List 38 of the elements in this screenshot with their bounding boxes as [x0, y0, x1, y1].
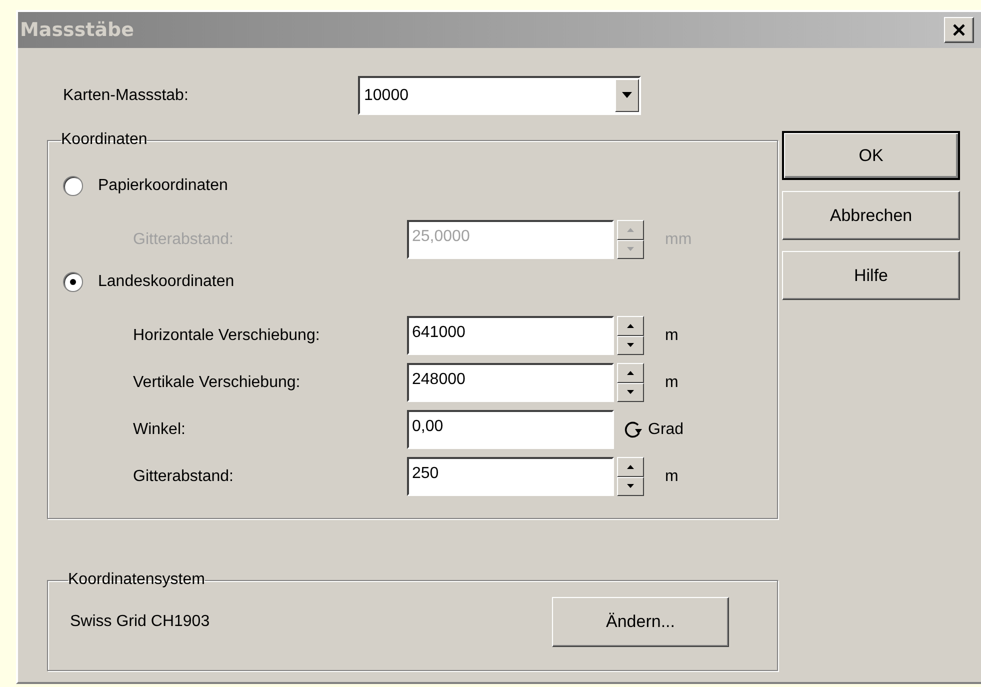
- down-arrow-icon[interactable]: [627, 484, 634, 488]
- spin-control[interactable]: [617, 316, 644, 355]
- spin-control[interactable]: [617, 363, 644, 402]
- input-field[interactable]: 248000: [407, 363, 614, 402]
- close-icon: [952, 24, 966, 36]
- field-label: Vertikale Verschiebung:: [133, 374, 302, 392]
- close-button[interactable]: [944, 17, 974, 43]
- dialog-button[interactable]: Hilfe: [782, 251, 960, 300]
- scale-dropdown[interactable]: 10000: [358, 76, 641, 115]
- unit-label: m: [665, 326, 678, 344]
- unit-label: m: [665, 468, 678, 486]
- radio-button[interactable]: [63, 176, 83, 196]
- up-arrow-icon[interactable]: [627, 464, 634, 469]
- radio-button[interactable]: [63, 272, 83, 292]
- up-arrow-icon[interactable]: [627, 370, 634, 375]
- input-field[interactable]: 641000: [407, 316, 614, 355]
- scale-label: Karten-Massstab:: [63, 86, 190, 104]
- input-field[interactable]: 0,00: [407, 410, 614, 449]
- group-legend: Koordinatensystem: [68, 571, 205, 589]
- field-label: Winkel:: [133, 420, 186, 438]
- unit-label: Grad: [648, 420, 684, 438]
- dialog-button[interactable]: OK: [782, 131, 960, 180]
- radio-label[interactable]: Landeskoordinaten: [98, 273, 234, 291]
- down-arrow-icon[interactable]: [627, 343, 634, 348]
- coordinate-system-name: Swiss Grid CH1903: [70, 613, 210, 631]
- dialog-button[interactable]: Abbrechen: [782, 191, 960, 240]
- spin-control[interactable]: [617, 457, 644, 496]
- group-legend: Koordinaten: [61, 131, 148, 149]
- input-field[interactable]: 250: [407, 457, 614, 496]
- field-label: Horizontale Verschiebung:: [133, 326, 321, 344]
- radio-label[interactable]: Papierkoordinaten: [98, 177, 228, 195]
- rotate-icon: [624, 420, 644, 440]
- up-arrow-icon[interactable]: [627, 324, 634, 328]
- down-arrow-icon[interactable]: [627, 390, 634, 394]
- change-button[interactable]: Ändern...: [552, 597, 729, 647]
- unit-label: m: [665, 374, 678, 392]
- window-title: Massstäbe: [19, 19, 134, 41]
- field-label: Gitterabstand:: [133, 468, 234, 486]
